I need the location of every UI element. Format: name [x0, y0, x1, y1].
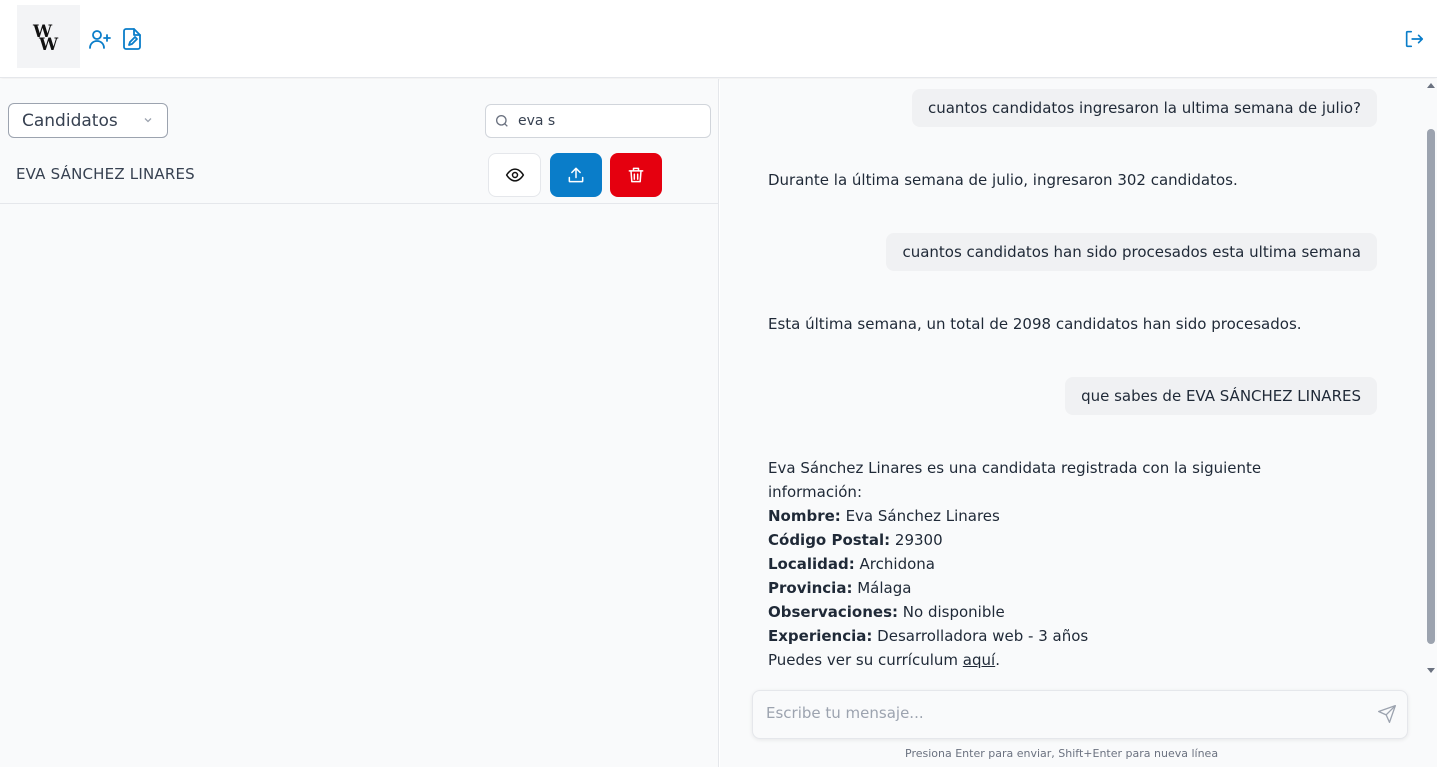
send-button[interactable] [1377, 704, 1399, 726]
user-message: cuantos candidatos ingresaron la ultima … [911, 89, 1377, 127]
profile-cv-line: Puedes ver su currículum aquí. [768, 651, 1000, 669]
send-icon [1378, 705, 1396, 723]
candidate-row[interactable]: EVA SÁNCHEZ LINARES [0, 147, 719, 204]
candidate-name: EVA SÁNCHEZ LINARES [16, 165, 195, 183]
entity-select[interactable]: Candidatos [8, 103, 168, 138]
assistant-message: Durante la última semana de julio, ingre… [768, 171, 1238, 189]
profile-field-name: Nombre: Eva Sánchez Linares [768, 507, 1000, 525]
add-user-icon[interactable] [87, 26, 113, 52]
entity-select-value: Candidatos [22, 110, 118, 131]
cv-link[interactable]: aquí [963, 651, 995, 669]
profile-field-observations: Observaciones: No disponible [768, 603, 1005, 621]
scroll-down-arrow[interactable] [1427, 668, 1435, 673]
logout-icon[interactable] [1401, 26, 1427, 52]
composer-hint: Presiona Enter para enviar, Shift+Enter … [905, 747, 1219, 760]
logo-mark: W W [32, 22, 59, 52]
chevron-down-icon [144, 118, 152, 123]
profile-field-postal-code: Código Postal: 29300 [768, 531, 943, 549]
search-icon [496, 115, 508, 127]
scroll-up-arrow[interactable] [1427, 83, 1435, 88]
delete-candidate-button[interactable] [610, 153, 662, 197]
profile-field-locality: Localidad: Archidona [768, 555, 935, 573]
chat-panel: cuantos candidatos ingresaron la ultima … [720, 79, 1437, 767]
assistant-profile-message: Eva Sánchez Linares es una candidata reg… [768, 456, 1328, 672]
message-composer [752, 690, 1408, 739]
user-message: cuantos candidatos han sido procesados e… [886, 233, 1377, 271]
profile-field-province: Provincia: Málaga [768, 579, 912, 597]
profile-field-experience: Experiencia: Desarrolladora web - 3 años [768, 627, 1089, 645]
candidates-panel: Candidatos EVA SÁNCHEZ LINARES [0, 79, 719, 767]
assistant-message: Esta última semana, un total de 2098 can… [768, 315, 1302, 333]
search-input[interactable] [518, 113, 698, 129]
view-candidate-button[interactable] [488, 153, 541, 197]
eye-icon [505, 168, 524, 182]
user-message: que sabes de EVA SÁNCHEZ LINARES [1065, 377, 1377, 415]
upload-icon [568, 167, 584, 183]
top-bar: W W [0, 0, 1437, 78]
app-logo[interactable]: W W [17, 5, 80, 68]
trash-icon [628, 167, 644, 183]
chat-scrollbar[interactable] [1427, 129, 1435, 644]
svg-text:W: W [38, 35, 59, 52]
message-input[interactable] [766, 704, 1356, 722]
upload-cv-button[interactable] [550, 153, 602, 197]
edit-document-icon[interactable] [119, 26, 145, 52]
profile-intro: Eva Sánchez Linares es una candidata reg… [768, 459, 1262, 501]
search-box[interactable] [485, 104, 711, 138]
